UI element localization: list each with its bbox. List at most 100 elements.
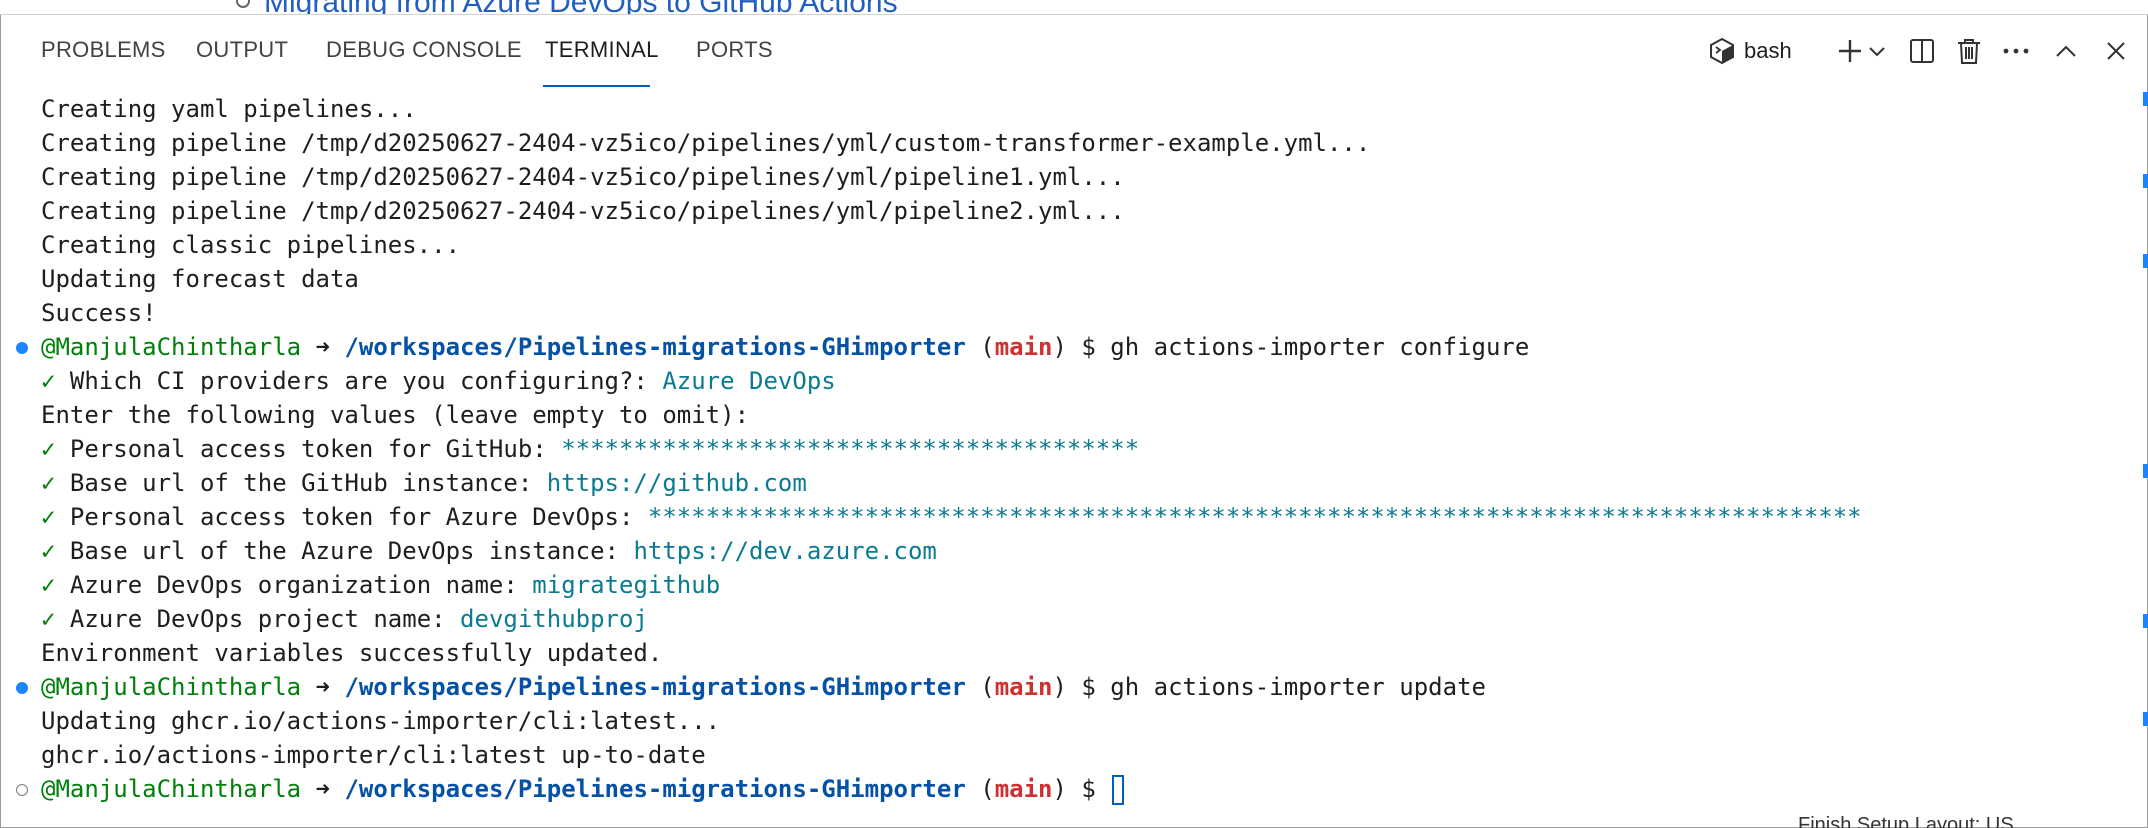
prompt-user: @ManjulaChintharla <box>41 333 302 361</box>
split-icon <box>1909 38 1935 64</box>
terminal-line: Creating pipeline /tmp/d20250627-2404-vz… <box>41 129 1371 157</box>
terminal-output[interactable]: Creating yaml pipelines... Creating pipe… <box>0 92 2130 812</box>
panel-tabs: PROBLEMS OUTPUT DEBUG CONSOLE TERMINAL P… <box>0 15 1700 87</box>
check-icon: ✓ <box>41 367 56 395</box>
maximize-panel-button[interactable] <box>2050 35 2082 67</box>
check-icon: ✓ <box>41 503 56 531</box>
terminal-icon <box>1708 37 1736 65</box>
terminal-line: Environment variables successfully updat… <box>41 639 663 667</box>
terminal-cursor[interactable] <box>1112 775 1125 805</box>
prompt-dollar: $ <box>1081 673 1096 701</box>
panel-toolbar: bash <box>1708 15 2148 87</box>
prompt-dollar: $ <box>1081 333 1096 361</box>
prompt-paren: ( <box>980 333 995 361</box>
tab-terminal[interactable]: TERMINAL <box>545 37 659 63</box>
new-terminal-button[interactable] <box>1834 35 1866 67</box>
status-bar-fragment: Finish Setup Layout: US <box>0 812 2148 828</box>
check-icon: ✓ <box>41 605 56 633</box>
check-icon: ✓ <box>41 435 56 463</box>
config-question: Base url of the Azure DevOps instance: <box>69 537 619 565</box>
terminal-line: Creating yaml pipelines... <box>41 95 417 123</box>
prompt-paren: ) <box>1052 333 1067 361</box>
config-answer-line: ✓ Azure DevOps organization name: migrat… <box>41 568 720 602</box>
close-panel-button[interactable] <box>2100 35 2132 67</box>
scroll-marker <box>2143 614 2148 628</box>
add-icon <box>1837 38 1863 64</box>
config-value: **************************************** <box>561 435 1140 463</box>
prompt-paren: ) <box>1052 775 1067 803</box>
terminal-line: Creating classic pipelines... <box>41 231 461 259</box>
list-bullet-icon <box>236 0 250 8</box>
tab-ports[interactable]: PORTS <box>696 37 773 63</box>
prompt-path: /workspaces/Pipelines-migrations-GHimpor… <box>344 333 966 361</box>
config-question: Azure DevOps organization name: <box>69 571 518 599</box>
shell-selector[interactable]: bash <box>1708 35 1818 67</box>
config-value: devgithubproj <box>460 605 648 633</box>
config-value-link[interactable]: https://github.com <box>547 469 807 497</box>
config-question: Which CI providers are you configuring?: <box>69 367 648 395</box>
config-answer-line: ✓ Azure DevOps project name: devgithubpr… <box>41 602 648 636</box>
terminal-line: ghcr.io/actions-importer/cli:latest up-t… <box>41 741 706 769</box>
prompt-user: @ManjulaChintharla <box>41 673 302 701</box>
shell-label: bash <box>1744 38 1792 63</box>
config-answer-line: ✓ Personal access token for GitHub: ****… <box>41 432 1139 466</box>
prompt-command: gh actions-importer update <box>1110 673 1486 701</box>
prompt-command: gh actions-importer configure <box>1110 333 1530 361</box>
terminal-profile-dropdown[interactable] <box>1866 35 1888 67</box>
config-question: Base url of the GitHub instance: <box>69 469 533 497</box>
terminal-line: Updating ghcr.io/actions-importer/cli:la… <box>41 707 721 735</box>
prompt-line: @ManjulaChintharla ➜ /workspaces/Pipelin… <box>41 330 1529 364</box>
active-tab-indicator <box>543 85 650 87</box>
config-question: Personal access token for GitHub: <box>69 435 547 463</box>
chevron-up-icon <box>2055 44 2077 58</box>
prompt-branch: main <box>994 673 1053 701</box>
terminal-line: Success! <box>41 299 157 327</box>
scroll-marker <box>2143 712 2148 726</box>
prompt-branch: main <box>994 333 1053 361</box>
tab-output[interactable]: OUTPUT <box>196 37 288 63</box>
tab-problems[interactable]: PROBLEMS <box>41 37 166 63</box>
close-icon <box>2106 41 2126 61</box>
trash-icon <box>1956 37 1982 65</box>
prompt-line: @ManjulaChintharla ➜ /workspaces/Pipelin… <box>41 772 1125 806</box>
status-bar-text[interactable]: Finish Setup Layout: US <box>1798 814 2014 828</box>
command-pending-decoration[interactable] <box>16 784 28 796</box>
config-value: migrategithub <box>532 571 721 599</box>
prompt-user: @ManjulaChintharla <box>41 775 302 803</box>
prompt-arrow: ➜ <box>315 775 330 803</box>
scroll-marker <box>2143 174 2148 188</box>
config-answer-line: ✓ Base url of the Azure DevOps instance:… <box>41 534 937 568</box>
terminal-line: Creating pipeline /tmp/d20250627-2404-vz… <box>41 197 1125 225</box>
prompt-paren: ( <box>980 673 995 701</box>
editor-fragment: Migrating from Azure DevOps to GitHub Ac… <box>0 0 2148 14</box>
check-icon: ✓ <box>41 469 56 497</box>
prompt-paren: ( <box>980 775 995 803</box>
check-icon: ✓ <box>41 537 56 565</box>
terminal-scrollbar[interactable] <box>2140 88 2148 804</box>
config-value: Azure DevOps <box>662 367 836 395</box>
terminal-line: Enter the following values (leave empty … <box>41 401 750 429</box>
more-actions-button[interactable] <box>2000 35 2032 67</box>
config-answer-line: ✓ Personal access token for Azure DevOps… <box>41 500 1862 534</box>
check-icon: ✓ <box>41 571 56 599</box>
config-answer-line: ✓ Which CI providers are you configuring… <box>41 364 836 398</box>
prompt-branch: main <box>994 775 1053 803</box>
command-success-decoration[interactable] <box>16 342 28 354</box>
tab-debug-console[interactable]: DEBUG CONSOLE <box>326 37 522 63</box>
config-value: ****************************************… <box>647 503 1862 531</box>
kill-terminal-button[interactable] <box>1953 35 1985 67</box>
prompt-arrow: ➜ <box>315 333 330 361</box>
config-question: Azure DevOps project name: <box>69 605 446 633</box>
prompt-paren: ) <box>1052 673 1067 701</box>
terminal-line: Updating forecast data <box>41 265 359 293</box>
config-question: Personal access token for Azure DevOps: <box>69 503 634 531</box>
terminal-line: Creating pipeline /tmp/d20250627-2404-vz… <box>41 163 1125 191</box>
config-value-link[interactable]: https://dev.azure.com <box>633 537 936 565</box>
prompt-dollar: $ <box>1081 775 1096 803</box>
command-success-decoration[interactable] <box>16 682 28 694</box>
split-terminal-button[interactable] <box>1906 35 1938 67</box>
prompt-path: /workspaces/Pipelines-migrations-GHimpor… <box>344 775 966 803</box>
prompt-arrow: ➜ <box>315 673 330 701</box>
doc-heading-fragment[interactable]: Migrating from Azure DevOps to GitHub Ac… <box>264 0 898 14</box>
scroll-marker <box>2143 254 2148 268</box>
